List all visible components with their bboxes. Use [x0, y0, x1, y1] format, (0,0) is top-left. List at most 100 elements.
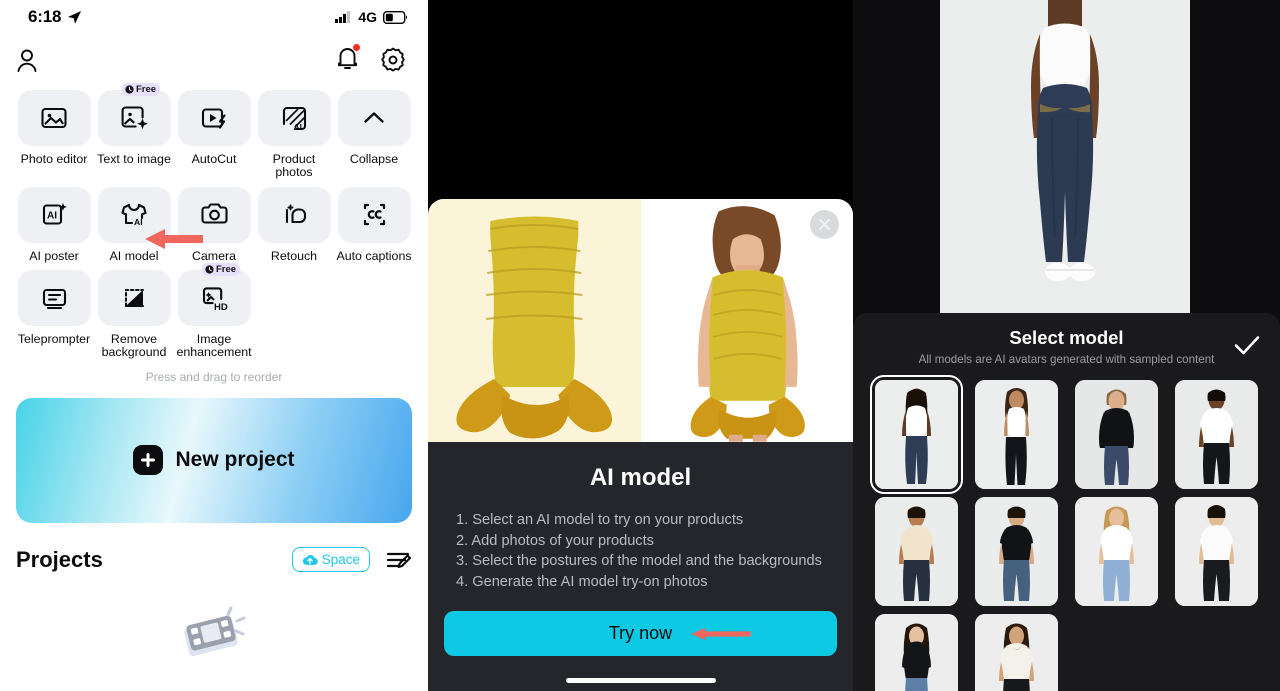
model-option[interactable] — [1166, 380, 1266, 489]
sheet-title: AI model — [589, 464, 692, 491]
space-button[interactable]: Space — [291, 547, 370, 573]
location-arrow-icon — [68, 10, 82, 24]
tool-ai-poster[interactable]: AI AI poster — [14, 186, 94, 263]
projects-empty-state — [0, 603, 428, 667]
list-item: 4. Generate the AI model try-on photos — [456, 573, 708, 590]
model-thumbnail-1[interactable] — [870, 375, 964, 494]
page-title: Projects — [16, 546, 103, 572]
image-enhancement-hd-icon: HD — [202, 287, 228, 313]
svg-text:HD: HD — [214, 302, 228, 313]
model-photo-right — [640, 199, 853, 442]
sheet-title: Select model — [1009, 327, 1124, 348]
tool-image-enhancement[interactable]: Free HD Image enhancement — [174, 263, 254, 359]
preview-female-model-figure — [940, 0, 1190, 315]
svg-text:AI: AI — [134, 217, 143, 227]
tool-row-1: Photo editor Free Text to image AutoCut … — [14, 83, 414, 187]
model-thumbnail-3[interactable] — [1074, 380, 1158, 489]
model-option[interactable] — [867, 614, 967, 691]
film-strip-icon — [184, 606, 246, 657]
teleprompter-icon — [42, 288, 66, 309]
tool-collapse[interactable]: Collapse — [334, 90, 414, 179]
tool-tile[interactable] — [177, 90, 251, 146]
status-time: 6:18 — [28, 7, 62, 26]
tool-tile[interactable] — [337, 186, 411, 243]
svg-text:AI: AI — [293, 122, 302, 132]
model-figure — [875, 380, 959, 489]
ai-model-shirt-icon: AI — [121, 204, 147, 227]
model-thumbnail-8[interactable] — [1174, 497, 1258, 606]
model-thumbnail-6[interactable] — [975, 497, 1059, 606]
tool-row-2: AI AI poster AI AI model Camera Retouch … — [14, 186, 414, 271]
check-icon[interactable] — [1234, 335, 1260, 355]
tool-autocut[interactable]: AutoCut — [174, 90, 254, 179]
free-badge: Free — [122, 83, 161, 96]
model-option[interactable] — [967, 614, 1067, 691]
close-button[interactable] — [810, 210, 839, 239]
tool-remove-background[interactable]: Remove background — [94, 270, 174, 359]
tool-tile[interactable]: AI — [257, 90, 331, 146]
model-thumbnail-9[interactable] — [875, 614, 959, 691]
model-option[interactable] — [867, 375, 967, 494]
model-option[interactable] — [967, 380, 1067, 489]
tool-ai-model[interactable]: AI AI model — [94, 186, 174, 263]
model-option[interactable] — [1067, 380, 1167, 489]
camera-icon — [200, 203, 228, 224]
model-option[interactable] — [967, 497, 1067, 606]
select-model-header: Select model All models are AI avatars g… — [853, 313, 1280, 366]
tool-tile[interactable] — [337, 90, 411, 146]
gear-icon[interactable] — [380, 47, 406, 73]
tool-tile[interactable]: HD — [177, 270, 251, 327]
model-option[interactable] — [1166, 497, 1266, 606]
free-badge-label: Free — [136, 84, 157, 95]
tool-text-to-image[interactable]: Free Text to image — [94, 83, 174, 179]
tool-product-photos[interactable]: AI Product photos — [254, 90, 334, 179]
chevron-up-icon — [364, 112, 384, 123]
model-thumbnail-10[interactable] — [975, 614, 1059, 691]
center-phone-panel: AI model 1. Select an AI model to try on… — [428, 0, 853, 691]
tool-label: Photo editor — [20, 152, 88, 166]
tool-camera[interactable]: Camera — [174, 186, 254, 263]
profile-icon[interactable] — [14, 47, 40, 73]
tool-row-3: Teleprompter Remove background Free HD I… — [14, 263, 414, 367]
model-figure — [875, 497, 959, 606]
select-model-sheet: Select model All models are AI avatars g… — [853, 313, 1280, 691]
auto-captions-icon — [363, 203, 385, 226]
new-project-button[interactable]: New project — [16, 397, 412, 523]
tool-tile[interactable]: AI — [17, 186, 91, 243]
tool-label: AI model — [109, 248, 159, 263]
autocut-icon — [201, 107, 226, 129]
model-option[interactable] — [867, 497, 967, 606]
edit-list-icon[interactable] — [386, 549, 412, 571]
steps-list: 1. Select an AI model to try on your pro… — [456, 510, 853, 592]
list-item: 2. Add photos of your products — [456, 532, 654, 549]
svg-text:AI: AI — [47, 211, 57, 222]
tool-teleprompter[interactable]: Teleprompter — [14, 270, 94, 359]
tool-tile[interactable] — [17, 270, 91, 327]
model-figure — [1174, 380, 1258, 489]
model-thumbnail-5[interactable] — [875, 497, 959, 606]
clock-icon — [205, 265, 214, 275]
tool-label: Auto captions — [336, 248, 412, 263]
model-thumbnail-7[interactable] — [1074, 497, 1158, 606]
model-thumbnail-4[interactable] — [1174, 380, 1258, 489]
tool-retouch[interactable]: Retouch — [254, 186, 334, 263]
ai-model-info-sheet: AI model 1. Select an AI model to try on… — [428, 442, 853, 691]
model-option[interactable] — [1067, 497, 1167, 606]
tool-tile[interactable] — [257, 186, 331, 243]
tool-auto-captions[interactable]: Auto captions — [334, 186, 414, 263]
model-thumbnail-grid — [853, 366, 1280, 691]
model-thumbnail-2[interactable] — [975, 380, 1059, 489]
model-figure — [1074, 497, 1158, 606]
try-now-button[interactable]: Try now — [444, 611, 837, 656]
status-bar: 6:18 4G — [0, 0, 428, 34]
model-figure — [1074, 380, 1158, 489]
tool-label: AutoCut — [191, 152, 237, 166]
tool-tile[interactable] — [17, 90, 91, 146]
model-figure — [975, 614, 1059, 691]
tool-tile[interactable] — [97, 90, 171, 146]
tool-photo-editor[interactable]: Photo editor — [14, 90, 94, 179]
tool-tile[interactable] — [97, 270, 171, 327]
free-badge: Free — [202, 263, 241, 277]
notification-button[interactable] — [335, 43, 360, 76]
left-phone-panel: 6:18 4G Photo editor Free Text to image … — [0, 0, 428, 691]
